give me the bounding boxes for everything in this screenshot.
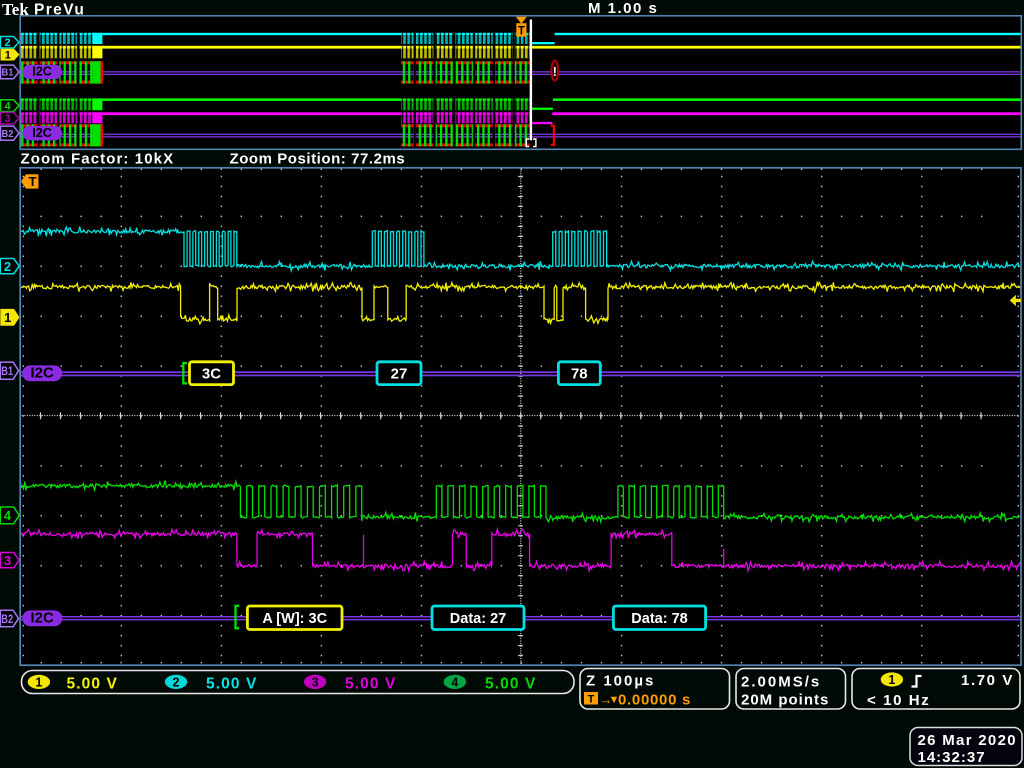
svg-text:26 Mar 2020: 26 Mar 2020	[918, 732, 1017, 749]
svg-text:M 1.00 s: M 1.00 s	[588, 0, 658, 17]
svg-text:I2C: I2C	[32, 126, 51, 140]
svg-text:I2C: I2C	[32, 65, 51, 79]
svg-text:!: !	[553, 64, 557, 79]
svg-text:0.00000 s: 0.00000 s	[618, 692, 691, 709]
svg-text:5.00 V: 5.00 V	[485, 676, 536, 693]
svg-text:4: 4	[4, 508, 12, 523]
svg-text:A [W]: 3C: A [W]: 3C	[262, 611, 327, 627]
svg-text:3: 3	[4, 113, 10, 125]
svg-text:B1: B1	[1, 364, 13, 378]
svg-text:1: 1	[4, 310, 11, 325]
svg-text:Z 100µs: Z 100µs	[586, 672, 655, 689]
svg-text:20M points: 20M points	[741, 692, 829, 709]
svg-text:Zoom Factor: 10kX: Zoom Factor: 10kX	[21, 151, 175, 168]
svg-text:5.00 V: 5.00 V	[345, 676, 396, 693]
svg-text:B2: B2	[2, 128, 14, 140]
svg-text:Data: 78: Data: 78	[631, 611, 687, 627]
svg-text:5.00 V: 5.00 V	[67, 676, 118, 693]
svg-text:5.00 V: 5.00 V	[206, 676, 257, 693]
svg-text:14:32:37: 14:32:37	[918, 749, 986, 766]
svg-text:Zoom Position: 77.2ms: Zoom Position: 77.2ms	[230, 151, 406, 168]
svg-text:< 10 Hz: < 10 Hz	[867, 692, 930, 709]
svg-text:I2C: I2C	[31, 610, 55, 627]
svg-text:3: 3	[312, 675, 319, 689]
svg-text:1.70 V: 1.70 V	[961, 672, 1014, 689]
svg-text:4: 4	[451, 675, 458, 689]
svg-text:I2C: I2C	[31, 364, 55, 381]
svg-text:2: 2	[4, 259, 11, 274]
svg-text:B1: B1	[2, 67, 14, 79]
svg-text:1: 1	[888, 673, 895, 687]
svg-text:Data: 27: Data: 27	[450, 611, 506, 627]
svg-text:4: 4	[4, 101, 11, 113]
svg-text:27: 27	[391, 366, 408, 383]
svg-text:2: 2	[4, 37, 10, 49]
svg-text:T: T	[518, 25, 525, 37]
svg-text:2.00MS/s: 2.00MS/s	[741, 674, 821, 691]
svg-text:1: 1	[35, 675, 42, 689]
svg-text:1: 1	[5, 50, 11, 62]
svg-text:T: T	[29, 174, 37, 189]
svg-text:78: 78	[571, 366, 588, 383]
svg-text:3C: 3C	[202, 366, 221, 383]
svg-text:2: 2	[173, 675, 180, 689]
svg-text:3: 3	[4, 553, 11, 568]
svg-text:T: T	[588, 694, 595, 706]
svg-text:B2: B2	[1, 612, 13, 626]
